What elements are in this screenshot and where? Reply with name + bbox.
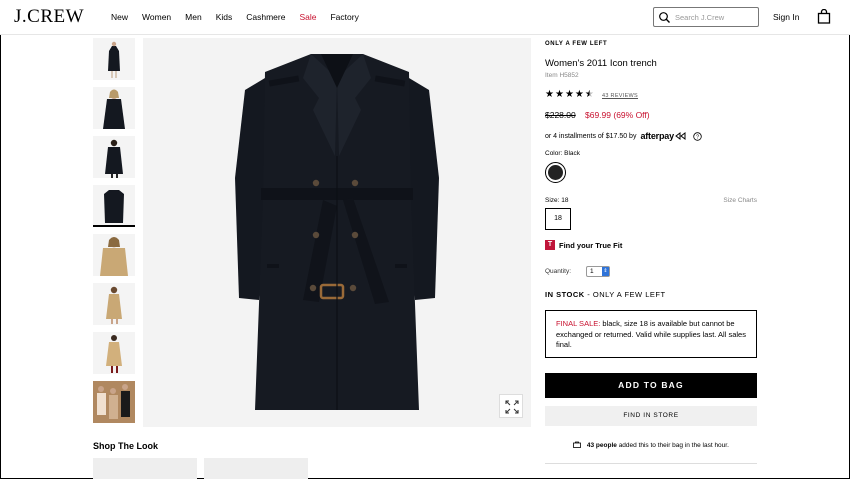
original-price: $228.00 [545, 110, 576, 120]
stock-status-detail: - ONLY A FEW LEFT [587, 290, 666, 299]
social-proof: 43 people added this to their bag in the… [545, 441, 757, 449]
half-star-icon: ★ [584, 89, 594, 100]
truefit-link[interactable]: T Find your True Fit [545, 240, 622, 250]
search-input[interactable]: Search J.Crew [653, 7, 759, 27]
truefit-label: Find your True Fit [559, 240, 623, 250]
size-charts-link[interactable]: Size Charts [723, 197, 757, 204]
people-text: added this to their bag in the last hour… [618, 442, 729, 449]
color-label-text: Color: [545, 150, 563, 157]
star-icon: ★ [554, 89, 564, 100]
nav-men[interactable]: Men [185, 12, 202, 22]
nav-new[interactable]: New [111, 12, 128, 22]
nav-women[interactable]: Women [142, 12, 171, 22]
look-item-2[interactable] [204, 458, 308, 479]
thumbnail-1[interactable] [93, 38, 135, 80]
shopping-bag-icon[interactable] [817, 9, 831, 24]
info-icon[interactable]: ? [693, 131, 702, 141]
quantity-value: 1 [590, 268, 594, 275]
installments-text: or 4 installments of $17.50 by [545, 132, 637, 140]
size-label: Size: 18 [545, 197, 569, 204]
star-icon: ★ [564, 89, 574, 100]
star-icon: ★ [545, 89, 554, 100]
thumbnail-3[interactable] [93, 136, 135, 178]
nav-cashmere[interactable]: Cashmere [246, 12, 285, 22]
expand-image-button[interactable] [499, 394, 523, 418]
stock-status: IN STOCK - ONLY A FEW LEFT [545, 290, 666, 299]
nav-factory[interactable]: Factory [330, 12, 358, 22]
thumbnail-5[interactable] [93, 234, 135, 276]
thumbnail-7[interactable] [93, 332, 135, 374]
afterpay-logo: afterpay [640, 131, 674, 141]
color-label: Color: Black [545, 150, 580, 157]
shop-the-look-heading: Shop The Look [93, 441, 158, 451]
quantity-label: Quantity: [545, 268, 572, 275]
trench-coat-image [143, 38, 531, 427]
product-title: Women's 2011 Icon trench [545, 58, 657, 69]
bag-icon [573, 441, 581, 448]
thumbnail-2[interactable] [93, 87, 135, 129]
select-arrows-icon: ⇕ [602, 267, 609, 276]
search-icon [659, 12, 670, 23]
sale-price: $69.99 (69% Off) [585, 110, 650, 120]
people-count: 43 people [586, 442, 617, 449]
quantity-select[interactable]: 1 ⇕ [586, 266, 610, 277]
truefit-icon: T [545, 240, 555, 250]
nav-sale[interactable]: Sale [299, 12, 316, 22]
nav-kids[interactable]: Kids [216, 12, 233, 22]
size-label-text: Size: [545, 197, 560, 204]
add-to-bag-button[interactable]: ADD TO BAG [545, 373, 757, 398]
size-option-18[interactable]: 18 [545, 208, 571, 230]
color-value: Black [564, 150, 581, 157]
final-sale-notice: FINAL SALE: black, size 18 is available … [545, 310, 757, 358]
look-item-1[interactable] [93, 458, 197, 479]
divider [545, 463, 757, 464]
thumbnail-8[interactable] [93, 381, 135, 423]
search-placeholder: Search J.Crew [675, 13, 725, 22]
svg-text:?: ? [696, 134, 699, 140]
stock-status-label: IN STOCK [545, 290, 585, 299]
size-value: 18 [561, 197, 569, 204]
final-sale-label: FINAL SALE: [556, 319, 601, 328]
jcrew-logo[interactable]: J.CREW [14, 6, 84, 28]
thumbnail-strip [93, 38, 135, 430]
main-nav: New Women Men Kids Cashmere Sale Factory [111, 12, 373, 22]
afterpay-arrows-icon [675, 132, 686, 140]
availability-flag: ONLY A FEW LEFT [545, 41, 608, 47]
color-swatch-black[interactable] [545, 162, 566, 183]
sign-in-link[interactable]: Sign In [773, 12, 799, 22]
expand-icon [505, 400, 519, 414]
thumbnail-4[interactable] [93, 185, 135, 227]
site-header: J.CREW New Women Men Kids Cashmere Sale … [0, 0, 850, 35]
star-icon: ★ [574, 89, 584, 100]
reviews-link[interactable]: 43 REVIEWS [602, 93, 638, 99]
main-product-image[interactable] [143, 38, 531, 427]
item-number: Item H5852 [545, 72, 579, 79]
rating-stars[interactable]: ★ ★ ★ ★ ★ [545, 90, 594, 100]
find-in-store-button[interactable]: FIND IN STORE [545, 406, 757, 426]
installments-info: or 4 installments of $17.50 by afterpay … [545, 131, 702, 141]
thumbnail-6[interactable] [93, 283, 135, 325]
